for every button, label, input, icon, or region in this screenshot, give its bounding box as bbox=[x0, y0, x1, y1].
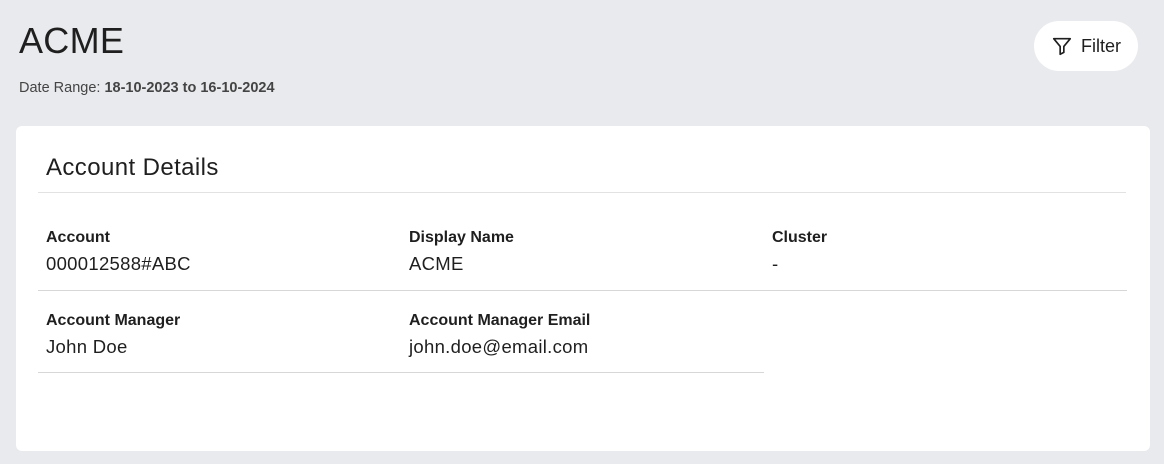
page: ACME Date Range: 18-10-2023 to 16-10-202… bbox=[0, 0, 1164, 464]
card-title-divider bbox=[38, 192, 1126, 193]
field-display-name: Display Name ACME bbox=[409, 228, 514, 275]
field-value: 000012588#ABC bbox=[46, 253, 191, 274]
date-range-value: 18-10-2023 to 16-10-2024 bbox=[104, 80, 275, 96]
field-account-manager: Account Manager John Doe bbox=[46, 311, 180, 358]
field-label: Account bbox=[46, 229, 110, 246]
page-title: ACME bbox=[19, 20, 125, 61]
date-range-label: Date Range: bbox=[19, 80, 101, 96]
card-title: Account Details bbox=[46, 154, 219, 181]
row-divider bbox=[38, 290, 1127, 291]
field-cluster: Cluster - bbox=[772, 228, 827, 275]
filter-button-label: Filter bbox=[1081, 35, 1121, 56]
field-value: ACME bbox=[409, 253, 464, 274]
field-label: Cluster bbox=[772, 229, 828, 246]
field-value: John Doe bbox=[46, 336, 128, 357]
filter-icon bbox=[1051, 35, 1073, 57]
row-divider bbox=[38, 372, 764, 373]
field-label: Account Manager Email bbox=[409, 312, 591, 329]
field-label: Account Manager bbox=[46, 312, 181, 329]
field-account-manager-email: Account Manager Email john.doe@email.com bbox=[409, 311, 590, 358]
field-account: Account 000012588#ABC bbox=[46, 228, 191, 275]
account-details-card: Account Details Account 000012588#ABC Di… bbox=[16, 126, 1150, 451]
field-value: john.doe@email.com bbox=[409, 336, 589, 357]
date-range: Date Range: 18-10-2023 to 16-10-2024 bbox=[19, 79, 275, 97]
field-value: - bbox=[772, 253, 779, 274]
filter-button[interactable]: Filter bbox=[1034, 21, 1138, 71]
field-label: Display Name bbox=[409, 229, 514, 246]
